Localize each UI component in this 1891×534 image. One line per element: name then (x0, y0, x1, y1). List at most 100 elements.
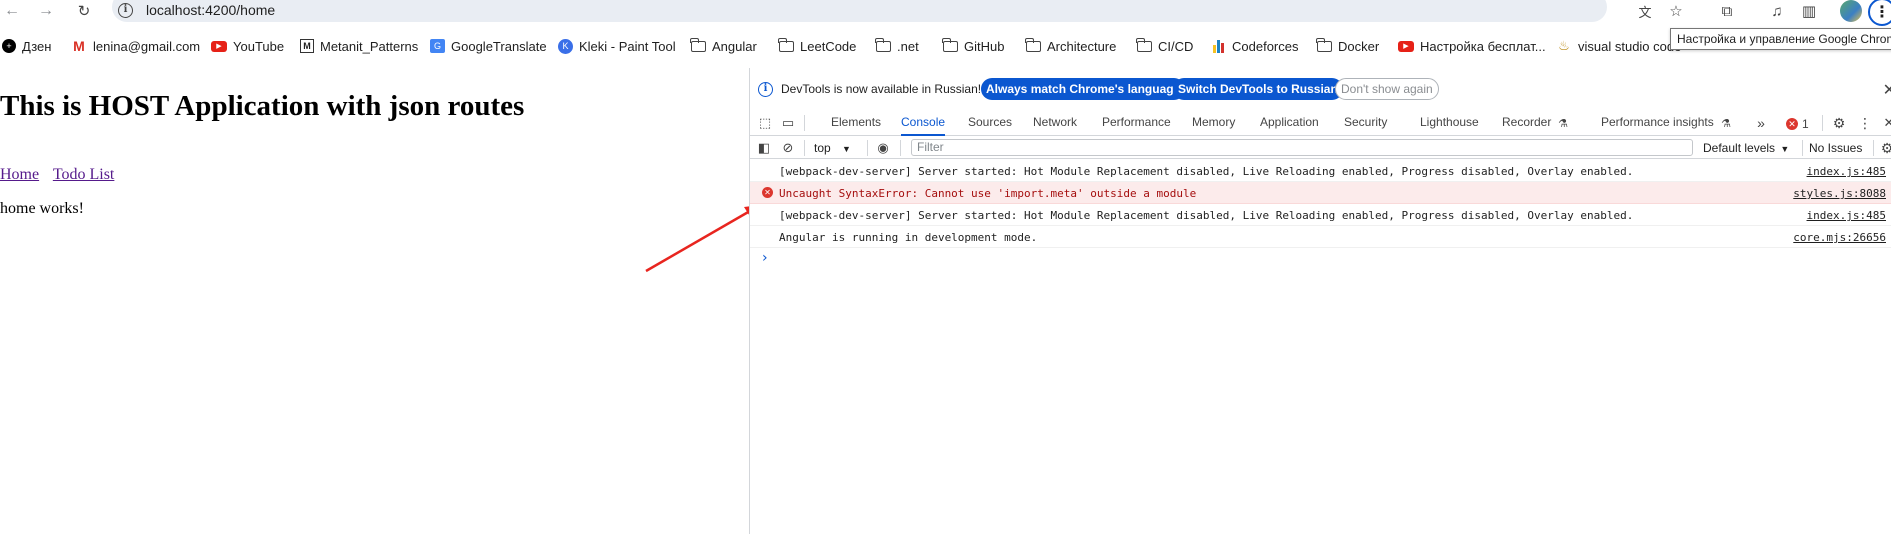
bookmark-folder[interactable]: CI/CD (1135, 35, 1194, 57)
flask-icon: ⚗ (1558, 117, 1568, 130)
tab-performance-insights[interactable]: Performance insights (1601, 110, 1714, 136)
tab-recorder[interactable]: Recorder (1502, 110, 1551, 136)
bookmark-star-icon[interactable]: ☆ (1667, 2, 1685, 20)
bookmark-folder[interactable]: Docker (1315, 35, 1379, 57)
error-count-badge[interactable]: ✕ 1 (1786, 117, 1809, 131)
folder-icon (689, 37, 706, 52)
bookmark-item[interactable]: ♨ visual studio code (1556, 35, 1681, 57)
bookmark-item[interactable]: M lenina@gmail.com (71, 35, 200, 57)
side-panel-icon[interactable]: ▥ (1800, 2, 1818, 20)
tab-console[interactable]: Console (901, 110, 946, 136)
console-source-link[interactable]: styles.js:8088 (1793, 187, 1886, 200)
devtools-tabbar: ⬚ ▭ Elements Console Sources Network Per… (750, 110, 1891, 136)
todo-list-link[interactable]: Todo List (53, 166, 115, 183)
more-options-icon[interactable]: ⋮ (1857, 115, 1873, 131)
reload-icon[interactable]: ↻ (74, 1, 94, 21)
infobar-text: DevTools is now available in Russian! (781, 82, 982, 96)
bookmark-folder[interactable]: GitHub (941, 35, 1005, 57)
context-value: top (814, 141, 831, 155)
bookmark-folder[interactable]: LeetCode (777, 35, 857, 57)
bookmark-label: Настройка бесплат... (1420, 38, 1546, 54)
address-bar[interactable] (112, 0, 1607, 22)
tab-performance[interactable]: Performance (1102, 110, 1171, 136)
tab-memory[interactable]: Memory (1192, 110, 1235, 136)
context-selector[interactable]: top ▼ (814, 141, 851, 155)
dzen-icon: + (2, 39, 16, 53)
bookmark-folder[interactable]: Architecture (1024, 35, 1116, 57)
console-message[interactable]: [webpack-dev-server] Server started: Hot… (750, 160, 1891, 182)
tab-application[interactable]: Application (1260, 110, 1319, 136)
kleki-icon: K (558, 38, 573, 54)
bookmark-label: lenina@gmail.com (93, 38, 201, 54)
folder-icon (777, 37, 794, 52)
bookmark-item[interactable]: K Kleki - Paint Tool (558, 35, 676, 57)
log-levels-dropdown[interactable]: Default levels ▼ (1703, 141, 1789, 155)
bookmark-label: CI/CD (1158, 38, 1194, 54)
bookmark-item[interactable]: M Metanit_Patterns (300, 35, 418, 57)
sidebar-toggle-icon[interactable]: ◧ (756, 140, 772, 156)
console-filter-input[interactable]: Filter (911, 139, 1693, 156)
live-expression-eye-icon[interactable]: ◉ (875, 140, 891, 156)
console-message[interactable]: Angular is running in development mode. … (750, 226, 1891, 248)
console-source-link[interactable]: index.js:485 (1807, 165, 1886, 178)
bookmark-item[interactable]: ▶ YouTube (211, 35, 284, 57)
toolbar-divider (1822, 115, 1823, 131)
clear-console-icon[interactable]: ⊘ (780, 140, 796, 156)
toolbar-divider (804, 115, 805, 131)
bookmark-item[interactable]: + Дзен (2, 35, 51, 57)
site-info-icon[interactable]: i (118, 3, 133, 18)
console-source-link[interactable]: index.js:485 (1807, 209, 1886, 222)
toolbar-divider (1802, 140, 1803, 156)
dropdown-arrow-icon: ▼ (1780, 144, 1790, 154)
page-viewport: This is HOST Application with json route… (0, 68, 748, 534)
issues-button[interactable]: No Issues (1809, 141, 1862, 155)
folder-icon (874, 37, 891, 52)
home-link[interactable]: Home (0, 166, 39, 183)
match-language-button[interactable]: Always match Chrome's language (981, 78, 1186, 100)
device-toolbar-icon[interactable]: ▭ (780, 115, 796, 131)
toolbar-divider (900, 140, 901, 156)
console-error[interactable]: ✕ Uncaught SyntaxError: Cannot use 'impo… (750, 182, 1891, 204)
media-controls-icon[interactable]: ♫ (1768, 2, 1786, 20)
settings-gear-icon[interactable]: ⚙ (1831, 115, 1847, 131)
page-title: This is HOST Application with json route… (0, 90, 525, 122)
dont-show-again-button[interactable]: Don't show again (1335, 78, 1439, 100)
close-icon[interactable]: ✕ (1883, 80, 1891, 100)
menu-tooltip: Настройка и управление Google Chrome (1670, 28, 1891, 50)
tab-elements[interactable]: Elements (831, 110, 881, 136)
console-message[interactable]: [webpack-dev-server] Server started: Hot… (750, 204, 1891, 226)
tab-sources[interactable]: Sources (968, 110, 1012, 136)
forward-arrow-icon[interactable]: → (36, 1, 56, 21)
bookmark-item[interactable]: G GoogleTranslate (430, 35, 547, 57)
translate-icon[interactable]: 文 (1636, 2, 1654, 20)
bookmark-item[interactable]: Codeforces (1210, 35, 1298, 57)
extensions-icon[interactable]: ⧉ (1718, 2, 1736, 20)
tab-network[interactable]: Network (1033, 110, 1077, 136)
switch-russian-button[interactable]: Switch DevTools to Russian (1173, 78, 1343, 100)
url-text[interactable]: localhost:4200/home (146, 2, 275, 18)
bookmark-folder[interactable]: Angular (689, 35, 757, 57)
bookmark-label: LeetCode (800, 38, 857, 54)
console-source-link[interactable]: core.mjs:26656 (1793, 231, 1886, 244)
tab-security[interactable]: Security (1344, 110, 1387, 136)
tab-lighthouse[interactable]: Lighthouse (1420, 110, 1479, 136)
back-arrow-icon[interactable]: ← (2, 1, 22, 21)
devtools-infobar: i DevTools is now available in Russian! … (750, 68, 1891, 110)
flask-icon: ⚗ (1721, 117, 1731, 130)
console-prompt[interactable]: › (750, 248, 1891, 270)
bookmark-label: GitHub (964, 38, 1005, 54)
folder-icon (1135, 37, 1152, 52)
codeforces-icon (1210, 39, 1226, 53)
toolbar-divider (867, 140, 868, 156)
console-message-text: [webpack-dev-server] Server started: Hot… (779, 209, 1634, 222)
inspect-element-icon[interactable]: ⬚ (757, 115, 773, 131)
console-settings-gear-icon[interactable]: ⚙ (1879, 140, 1891, 156)
close-devtools-icon[interactable]: ✕ (1881, 115, 1891, 131)
more-tabs-icon[interactable]: » (1753, 115, 1769, 131)
bookmark-item[interactable]: ▶ Настройка бесплат... (1398, 35, 1546, 57)
bookmark-folder[interactable]: .net (874, 35, 919, 57)
toolbar-divider (804, 140, 805, 156)
bookmark-label: YouTube (233, 38, 285, 54)
chrome-menu-icon[interactable]: ⋮ (1868, 0, 1891, 26)
profile-avatar[interactable] (1840, 0, 1862, 22)
